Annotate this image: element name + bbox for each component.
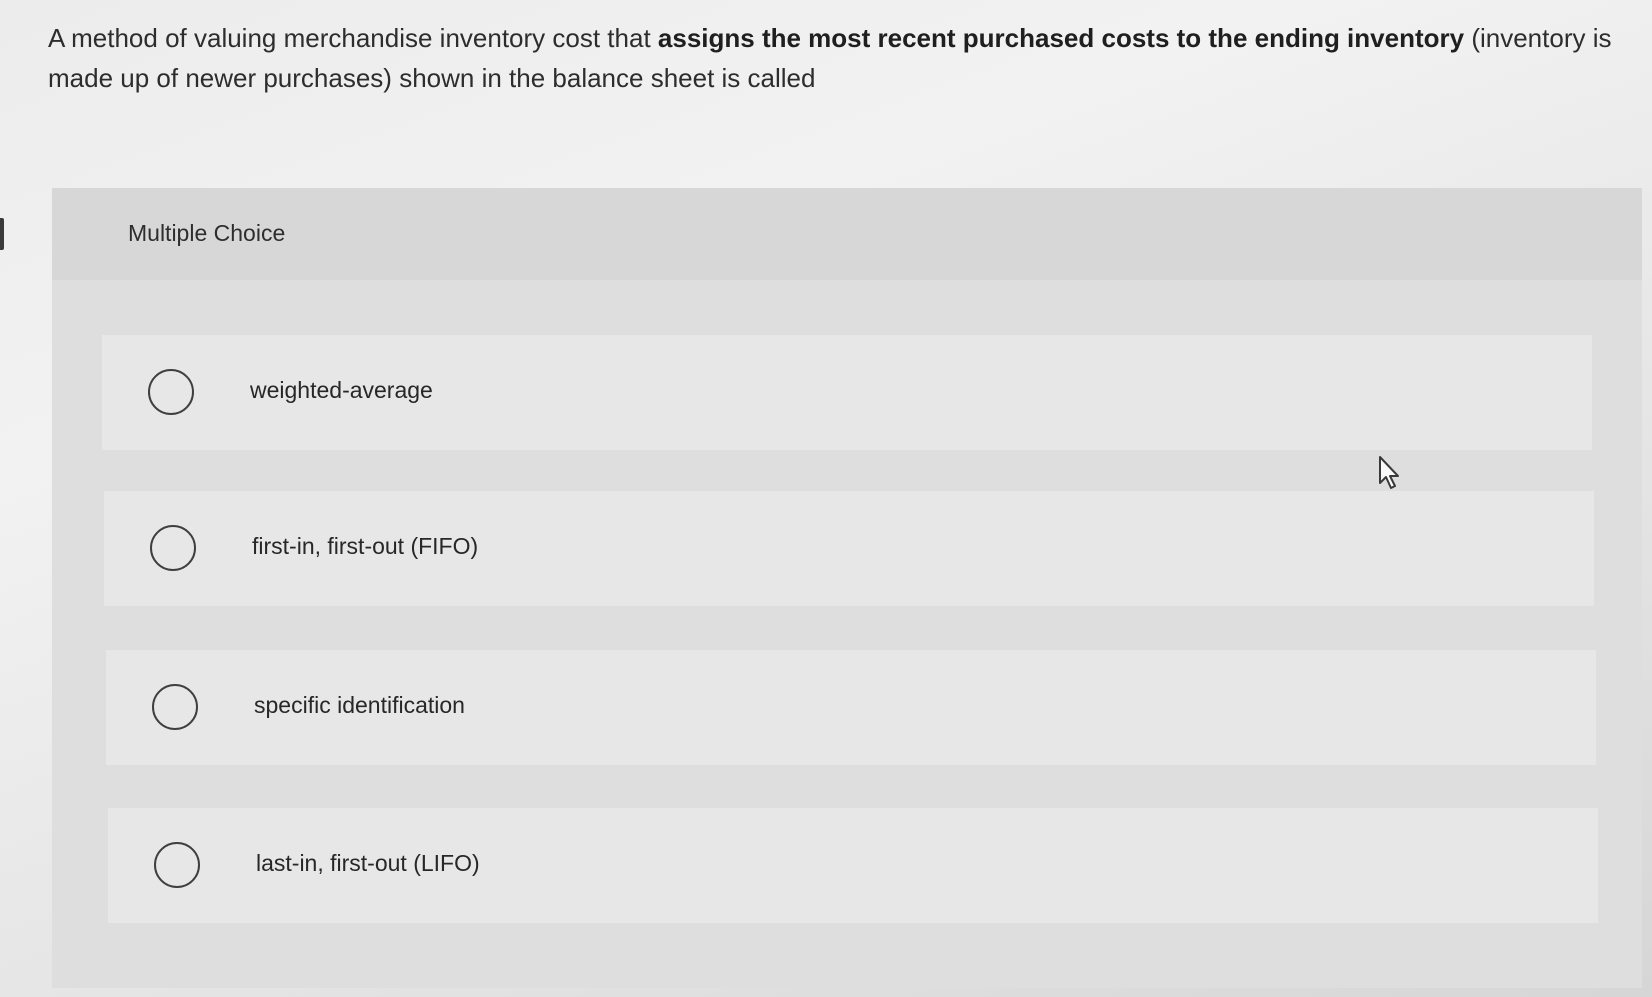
option-fifo[interactable]: first-in, first-out (FIFO)	[104, 491, 1594, 606]
option-label: specific identification	[254, 692, 465, 718]
radio-circle-icon[interactable]	[152, 684, 198, 730]
multiple-choice-label: Multiple Choice	[128, 220, 286, 246]
multiple-choice-panel: Multiple Choice weighted-average first-i…	[52, 188, 1642, 988]
multiple-choice-header: Multiple Choice	[52, 188, 1642, 280]
mouse-pointer-icon	[1379, 456, 1399, 489]
option-label: weighted-average	[250, 377, 433, 403]
left-edge-indicator	[0, 218, 4, 250]
option-lifo[interactable]: last-in, first-out (LIFO)	[108, 808, 1598, 923]
option-label: first-in, first-out (FIFO)	[252, 533, 479, 559]
question-text-bold: assigns the most recent purchased costs …	[657, 23, 1465, 53]
radio-circle-icon[interactable]	[150, 525, 196, 571]
question-text: A method of valuing merchandise inventor…	[48, 18, 1628, 98]
option-specific-identification[interactable]: specific identification	[106, 650, 1596, 765]
radio-circle-icon[interactable]	[148, 369, 194, 415]
option-weighted-average[interactable]: weighted-average	[102, 335, 1592, 450]
radio-circle-icon[interactable]	[154, 842, 200, 888]
option-label: last-in, first-out (LIFO)	[256, 850, 480, 876]
question-text-prefix: A method of valuing merchandise inventor…	[48, 23, 658, 53]
